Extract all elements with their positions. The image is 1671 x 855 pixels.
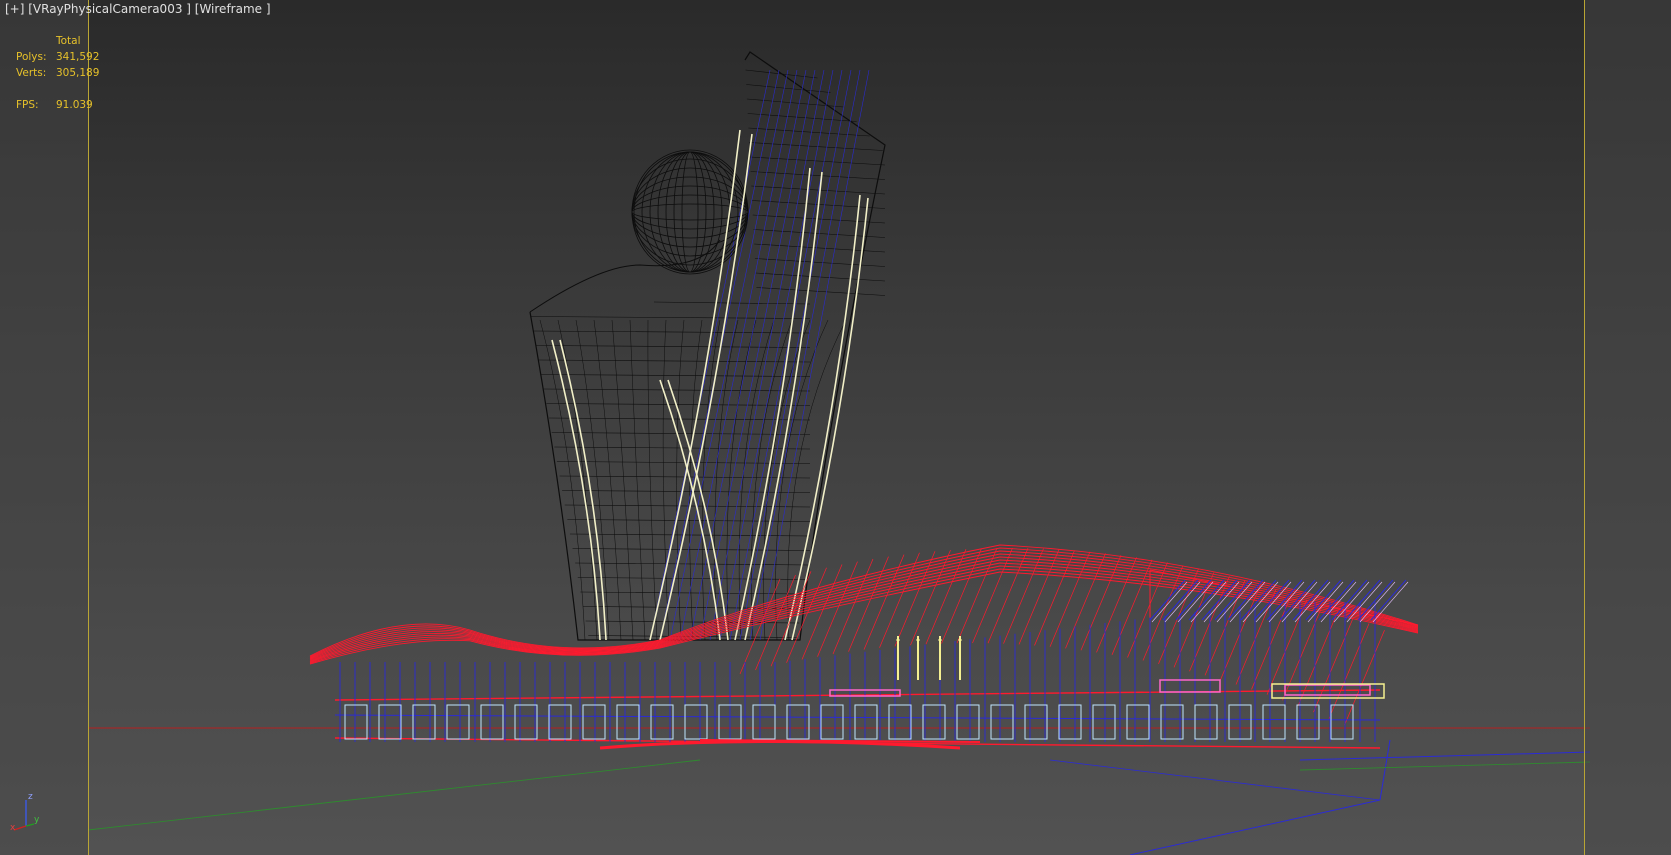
verts-value: 305,189 <box>56 67 100 79</box>
axis-y-label: y <box>34 815 40 825</box>
fps-value: 91.039 <box>56 99 93 111</box>
terminal-facade <box>334 579 1409 749</box>
wireframe-scene[interactable] <box>0 0 1671 855</box>
tower-wireframe <box>529 51 886 641</box>
axis-x-label: x <box>10 823 16 832</box>
safe-frame-left-mask <box>0 0 89 855</box>
tower-sphere <box>631 149 749 275</box>
facade-highlights <box>829 636 1385 699</box>
axis-z-label: z <box>28 792 33 802</box>
stats-header: Total <box>56 35 81 47</box>
fps-label: FPS: <box>16 99 39 111</box>
3d-viewport[interactable]: [+] [VRayPhysicalCamera003 ] [Wireframe … <box>0 0 1671 855</box>
axis-gizmo: z x y <box>10 792 40 832</box>
verts-label: Verts: <box>16 67 47 79</box>
polys-value: 341,592 <box>56 51 100 63</box>
polys-label: Polys: <box>16 51 47 63</box>
ground-grid-lines <box>87 727 1591 855</box>
viewport-label-menu[interactable]: [+] [VRayPhysicalCamera003 ] [Wireframe … <box>5 2 271 16</box>
statistics-overlay: Total Polys: 341,592 Verts: 305,189 FPS: 91… <box>16 33 99 113</box>
safe-frame-right-mask <box>1584 0 1671 855</box>
